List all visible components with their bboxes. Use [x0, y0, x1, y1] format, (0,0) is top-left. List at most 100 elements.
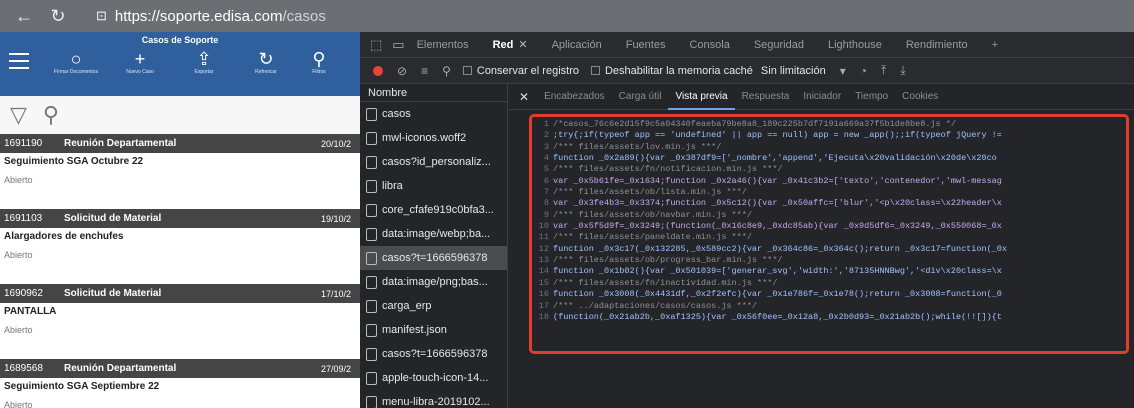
case-status: Abierto	[4, 325, 33, 335]
tab-label: Red	[492, 39, 514, 51]
close-tab-icon[interactable]: ✕	[518, 39, 527, 51]
case-type: Solicitud de Material	[64, 213, 162, 224]
request-row[interactable]: core_cfafe919c0bfa3...	[360, 198, 507, 222]
reload-icon[interactable]: ↻	[48, 6, 68, 27]
download-icon[interactable]: ⤓	[900, 63, 905, 78]
request-detail: ✕ Encabezados Carga útil Vista previa Respu…	[509, 84, 1134, 408]
code-line: 9 /*** files/assets/ob/navbar.min.js ***/	[532, 210, 1126, 221]
file-icon	[366, 251, 377, 265]
screen: ← ↻ ⊡ https://soporte.edisa.com/casos Ca…	[0, 0, 1134, 408]
case-header-row[interactable]: 1689568 Reunión Departamental 27/09/2	[0, 359, 360, 378]
file-icon	[366, 203, 377, 217]
request-row[interactable]: casos?t=1666596378	[360, 342, 507, 366]
case-status: Abierto	[4, 400, 33, 408]
search-icon[interactable]: ⚲	[442, 64, 451, 78]
tab-1[interactable]: Red ✕	[481, 38, 540, 51]
address-bar[interactable]: https://soporte.edisa.com/casos	[115, 8, 326, 25]
tool-button[interactable]: ⇪ Exportar	[173, 49, 235, 75]
case-type: Reunión Departamental	[64, 363, 177, 374]
line-number: 11	[538, 232, 549, 243]
detail-tab[interactable]: Carga útil	[612, 84, 669, 110]
preserve-log-label: Conservar el registro	[476, 64, 579, 77]
tool-button[interactable]: + Nuevo Caso	[109, 49, 171, 75]
add-tab-icon[interactable]: +	[980, 39, 1010, 51]
case-id: 1689568	[4, 363, 43, 374]
tab-0[interactable]: Elementos	[405, 39, 481, 51]
url-path: /casos	[282, 7, 326, 25]
tab-4[interactable]: Consola	[677, 39, 741, 51]
wifi-icon[interactable]: ◔	[860, 64, 867, 78]
case-header-row[interactable]: 1691190 Reunión Departamental 20/10/2	[0, 134, 360, 153]
detail-tab[interactable]: Vista previa	[668, 84, 735, 110]
request-row[interactable]: menu-libra-2019102...	[360, 390, 507, 408]
preserve-log-checkbox[interactable]	[462, 66, 472, 75]
case-subject[interactable]: PANTALLA	[0, 303, 360, 321]
case-subject[interactable]: Alargadores de enchufes	[0, 228, 360, 246]
inspect-icon[interactable]: ⬚	[370, 37, 382, 53]
filter-icon[interactable]: ▽	[10, 102, 27, 128]
close-icon[interactable]: ✕	[519, 90, 529, 104]
request-list: Nombre casos mwl-iconos.woff2 casos?id_per…	[360, 84, 508, 408]
case-header-row[interactable]: 1690962 Solicitud de Material 17/10/2	[0, 284, 360, 303]
case-header-row[interactable]: 1691103 Solicitud de Material 19/10/2	[0, 209, 360, 228]
search-icon: ⚲	[312, 49, 326, 69]
tab-2[interactable]: Aplicación	[540, 39, 614, 51]
code-line: 15 /*** files/assets/fn/inactividad.min.j…	[532, 278, 1126, 289]
detail-tab[interactable]: Tiempo	[848, 84, 895, 110]
throttling-select[interactable]: Sin limitación	[761, 65, 826, 77]
devtools-panel: ⬚ ▭ Elementos Red ✕ Aplicación Fuentes Consol…	[360, 32, 1134, 408]
preview-code: 1 /*casos_76c6e2d15f9c5a04340feaeba79be8a…	[529, 114, 1129, 354]
case-subject[interactable]: Seguimiento SGA Septiembre 22	[0, 378, 360, 396]
line-text: /*** files/assets/fn/inactividad.min.js …	[553, 277, 778, 288]
search-icon[interactable]: ⚲	[43, 102, 59, 128]
line-number: 18	[538, 311, 549, 322]
request-row[interactable]: data:image/webp;ba...	[360, 222, 507, 246]
code-line: 13 /*** files/assets/ob/progress_bar.min.…	[532, 255, 1126, 266]
tool-button[interactable]: ○ Firmar Documentos	[45, 49, 107, 75]
app-panel: Casos de Soporte ○ Firmar Documentos + Nuev…	[0, 32, 360, 408]
browser-toolbar: ← ↻ ⊡ https://soporte.edisa.com/casos	[0, 0, 1134, 32]
record-icon[interactable]	[373, 65, 383, 76]
clear-icon[interactable]: ⊘	[397, 64, 407, 78]
menu-icon[interactable]	[9, 53, 29, 69]
tab-label: Fuentes	[625, 38, 666, 51]
tab-7[interactable]: Rendimiento	[894, 39, 980, 51]
request-row[interactable]: casos	[360, 102, 507, 126]
tab-6[interactable]: Lighthouse	[816, 39, 894, 51]
code-line: 18 (function(_0x21ab2b,_0xaf1325){var _0x…	[532, 312, 1126, 323]
back-arrow-icon[interactable]: ←	[14, 6, 34, 27]
detail-tab[interactable]: Iniciador	[796, 84, 848, 110]
request-row[interactable]: data:image/png;bas...	[360, 270, 507, 294]
tab-label: Elementos	[416, 38, 469, 51]
case-date: 17/10/2	[321, 288, 352, 299]
request-row[interactable]: libra	[360, 174, 507, 198]
code-line: 5 /*** files/assets/fn/notificacion.min.j…	[532, 164, 1126, 175]
detail-tab[interactable]: Encabezados	[537, 84, 612, 110]
request-row[interactable]: casos?id_personaliz...	[360, 150, 507, 174]
request-row[interactable]: mwl-iconos.woff2	[360, 126, 507, 150]
line-text: /*casos_76c6e2d15f9c5a04340feaeba79be8a8…	[553, 119, 956, 129]
case-subject[interactable]: Seguimiento SGA Octubre 22	[0, 153, 360, 171]
case-date: 19/10/2	[321, 213, 352, 224]
device-toggle-icon[interactable]: ▭	[392, 37, 404, 53]
request-row[interactable]: apple-touch-icon-14...	[360, 366, 507, 390]
request-row[interactable]: casos?t=1666596378	[360, 246, 507, 270]
code-line: 16 function _0x3008(_0x4431df,_0x2f2efc){…	[532, 289, 1126, 300]
detail-tab[interactable]: Respuesta	[735, 84, 797, 110]
request-name: casos?t=1666596378	[382, 348, 488, 360]
request-row[interactable]: manifest.json	[360, 318, 507, 342]
tab-5[interactable]: Seguridad	[742, 39, 816, 51]
file-icon	[366, 107, 377, 121]
case-id: 1690962	[4, 288, 43, 299]
tab-3[interactable]: Fuentes	[614, 39, 678, 51]
detail-tab[interactable]: Cookies	[895, 84, 945, 110]
disable-cache-checkbox[interactable]	[590, 66, 600, 75]
chevron-down-icon[interactable]: ▾	[840, 64, 846, 78]
request-row[interactable]: carga_erp	[360, 294, 507, 318]
code-line: 4 function _0x2a89(){var _0x387df9=['_nom…	[532, 153, 1126, 164]
tool-button[interactable]: ⚲ Filtros	[288, 49, 350, 75]
line-text: (function(_0x21ab2b,_0xaf1325){var _0x56…	[553, 311, 1002, 322]
upload-icon[interactable]: ⤒	[881, 63, 886, 78]
filter-icon[interactable]: ≡	[421, 64, 428, 78]
